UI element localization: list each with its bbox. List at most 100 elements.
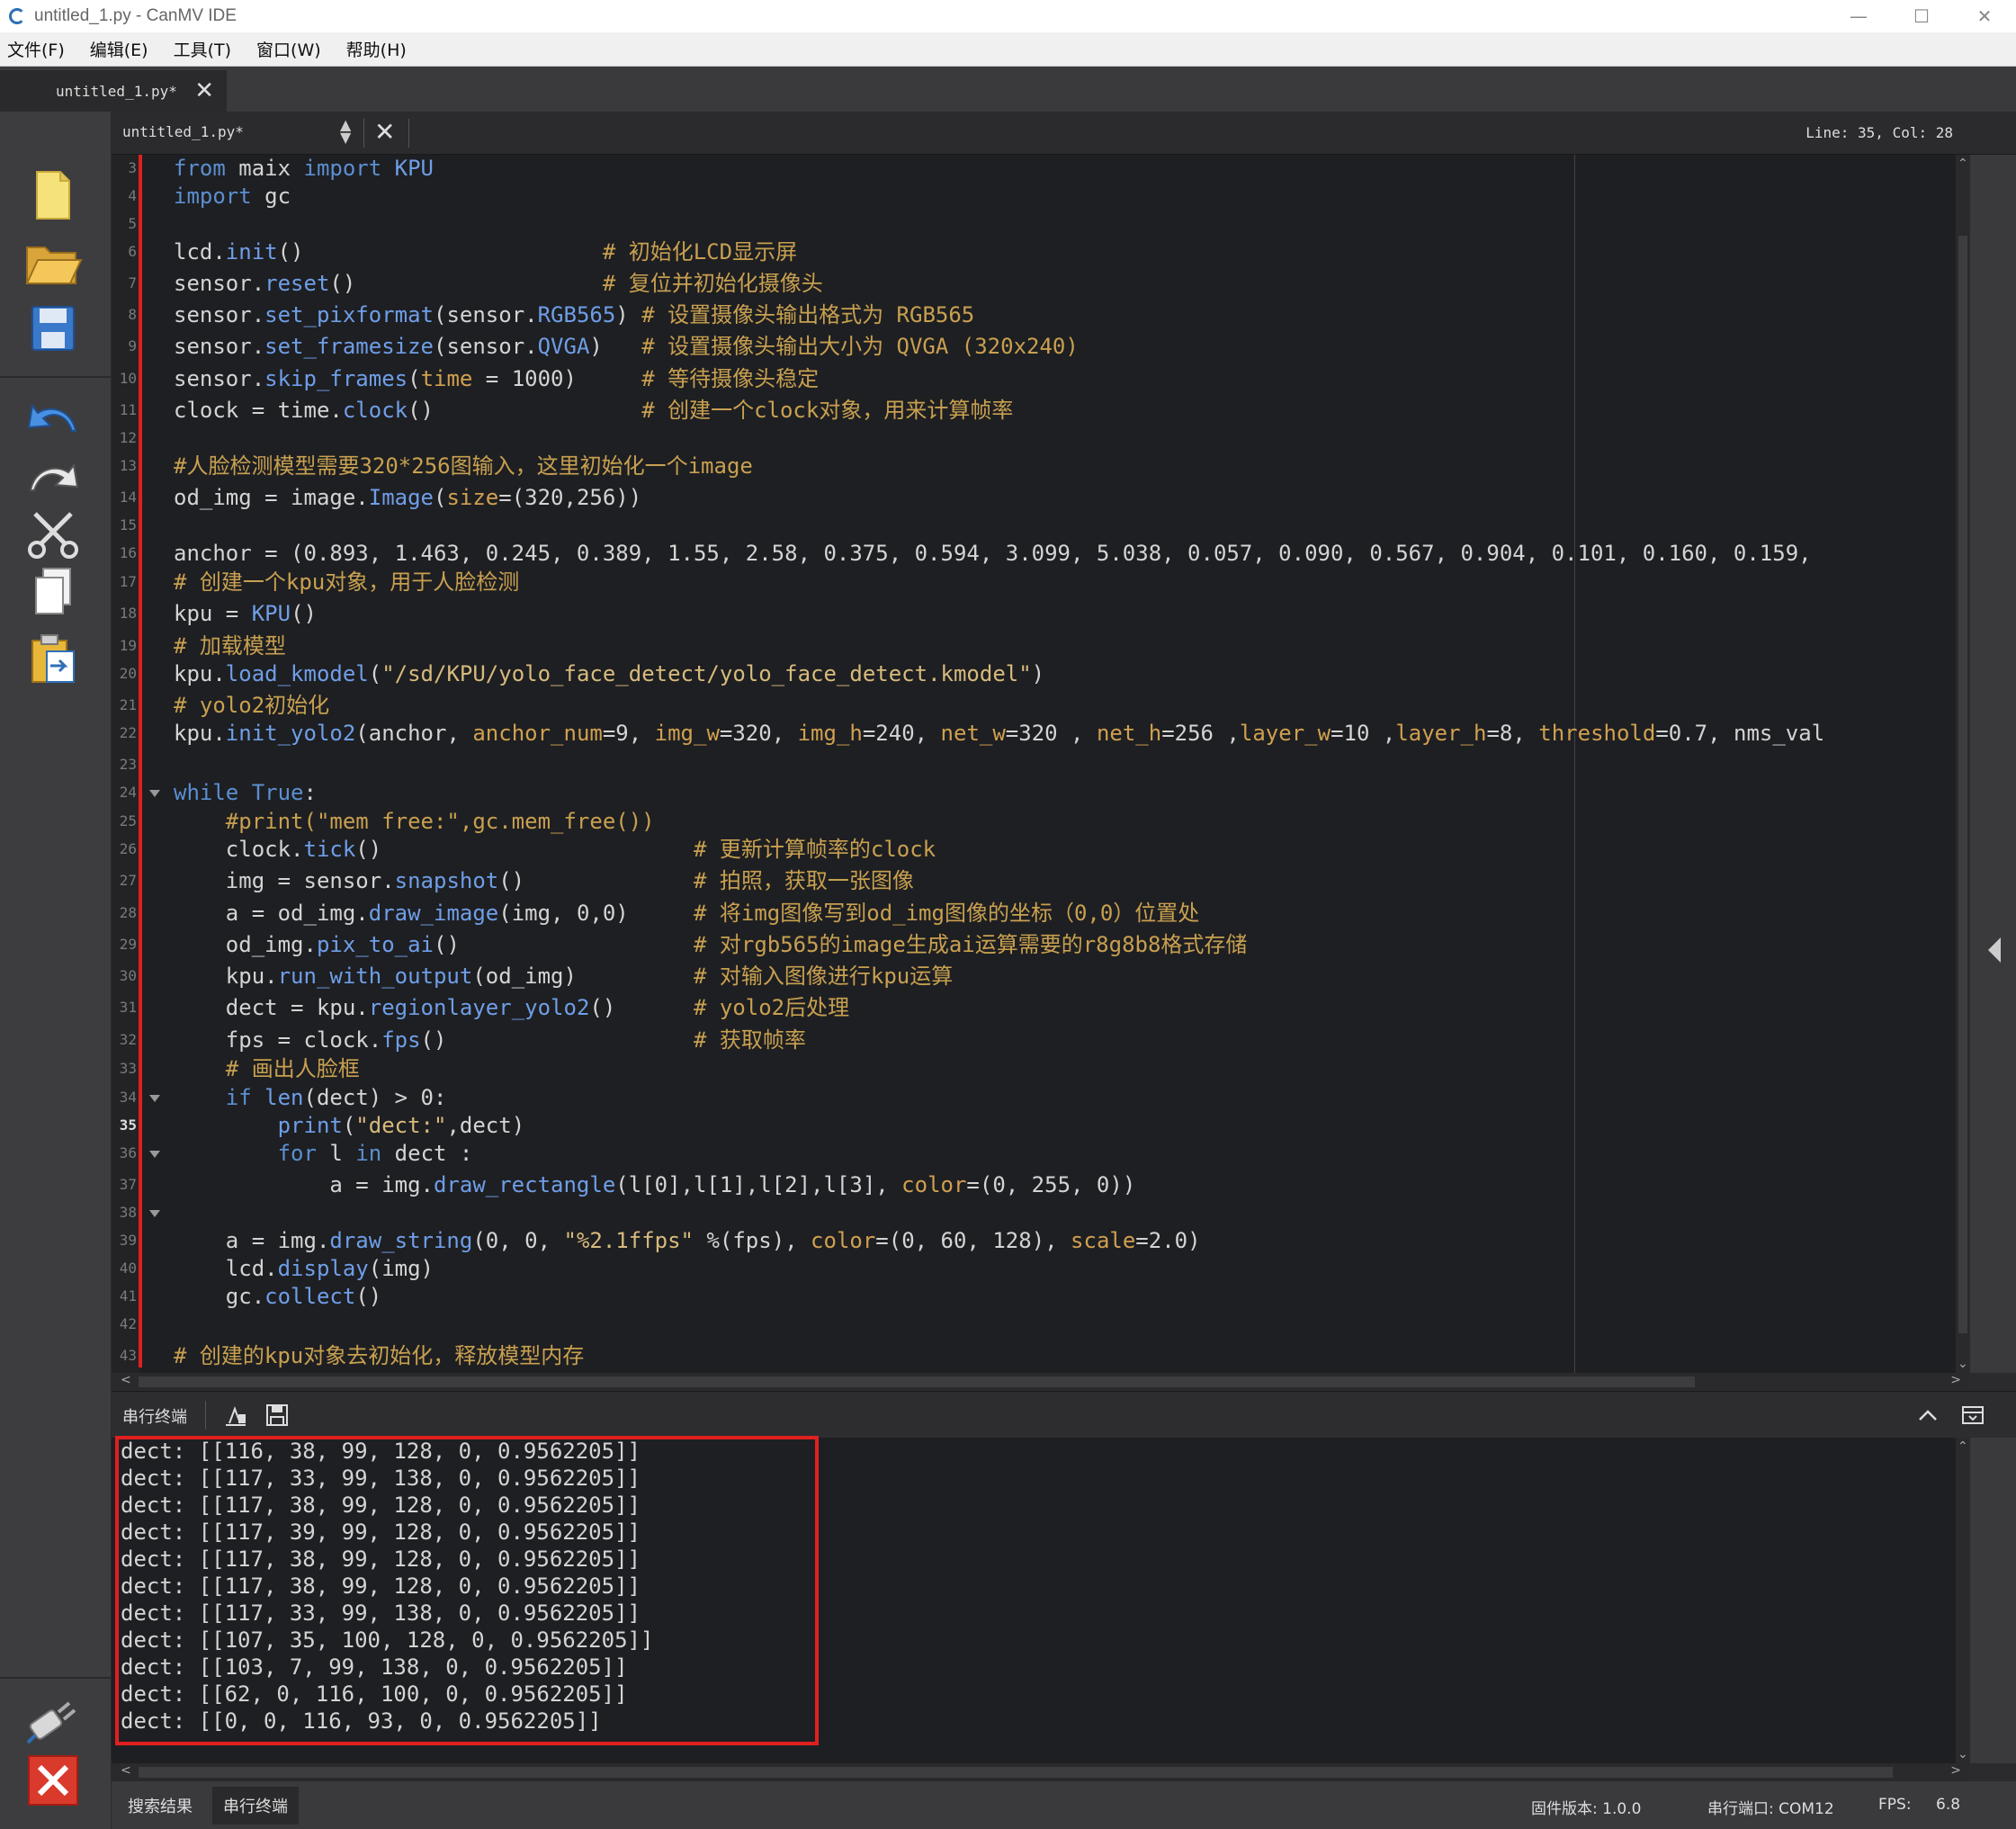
- fold-toggle-icon[interactable]: [149, 789, 160, 797]
- code-text: kpu = KPU(): [174, 601, 317, 627]
- cut-icon[interactable]: [23, 504, 83, 563]
- close-tab-icon[interactable]: ✕: [194, 77, 214, 104]
- stop-icon[interactable]: [23, 1751, 83, 1810]
- save-icon[interactable]: [23, 299, 83, 358]
- scroll-right-icon[interactable]: >: [1950, 1373, 1961, 1387]
- code-line[interactable]: 6 lcd.init() # 初始化LCD显示屏: [112, 238, 1956, 265]
- line-number: 35: [119, 1116, 137, 1134]
- line-number: 11: [119, 401, 137, 418]
- code-line[interactable]: 20 kpu.load_kmodel("/sd/KPU/yolo_face_det…: [112, 660, 1956, 687]
- code-line[interactable]: 15: [112, 512, 1956, 539]
- code-line[interactable]: 19 # 加载模型: [112, 632, 1956, 659]
- clear-terminal-icon[interactable]: [220, 1399, 252, 1431]
- editor-file-selector[interactable]: untitled_1.py*: [122, 123, 244, 140]
- code-line[interactable]: 42: [112, 1311, 1956, 1338]
- code-line[interactable]: 22 kpu.init_yolo2(anchor, anchor_num=9, i…: [112, 720, 1956, 747]
- tab-serial-terminal[interactable]: 串行终端: [212, 1787, 299, 1825]
- tab-search-results[interactable]: 搜索结果: [117, 1787, 203, 1825]
- terminal-scroll-left-icon[interactable]: <: [121, 1763, 131, 1778]
- close-window-button[interactable]: ✕: [1953, 0, 2016, 32]
- code-line[interactable]: 33 # 画出人脸框: [112, 1055, 1956, 1082]
- code-text: lcd.display(img): [174, 1256, 434, 1282]
- code-line[interactable]: 43 # 创建的kpu对象去初始化，释放模型内存: [112, 1342, 1956, 1369]
- code-line[interactable]: 5: [112, 211, 1956, 238]
- terminal-horizontal-scrollbar[interactable]: < >: [112, 1763, 1970, 1781]
- menu-file[interactable]: 文件(F): [7, 37, 65, 61]
- code-line[interactable]: 7 sensor.reset() # 复位并初始化摄像头: [112, 270, 1956, 297]
- terminal-vertical-scrollbar[interactable]: ⌃ ⌄: [1956, 1438, 1970, 1763]
- code-line[interactable]: 23: [112, 751, 1956, 778]
- code-line[interactable]: 17 # 创建一个kpu对象，用于人脸检测: [112, 569, 1956, 596]
- menu-help[interactable]: 帮助(H): [346, 37, 407, 61]
- code-line[interactable]: 40 lcd.display(img): [112, 1255, 1956, 1282]
- editor-vertical-scrollbar[interactable]: ⌃ ⌄: [1956, 155, 1970, 1373]
- fold-toggle-icon[interactable]: [149, 1095, 160, 1103]
- code-line[interactable]: 11 clock = time.clock() # 创建一个clock对象，用来计…: [112, 397, 1956, 424]
- code-line[interactable]: 39 a = img.draw_string(0, 0, "%2.1ffps" …: [112, 1227, 1956, 1254]
- scroll-left-icon[interactable]: <: [121, 1373, 131, 1387]
- new-file-icon[interactable]: [23, 166, 83, 225]
- code-line[interactable]: 25 #print("mem free:",gc.mem_free()): [112, 808, 1956, 835]
- file-tab[interactable]: untitled_1.py* ✕: [0, 70, 227, 112]
- fold-toggle-icon[interactable]: [149, 1210, 160, 1218]
- collapse-terminal-icon[interactable]: [1912, 1399, 1944, 1431]
- code-line[interactable]: 18 kpu = KPU(): [112, 600, 1956, 627]
- code-line[interactable]: 31 dect = kpu.regionlayer_yolo2() # yolo…: [112, 994, 1956, 1021]
- scroll-down-icon[interactable]: ⌄: [1958, 1357, 1968, 1371]
- code-line[interactable]: 38: [112, 1199, 1956, 1226]
- file-selector-arrows-icon[interactable]: ▲ ▼: [340, 118, 351, 145]
- redo-icon[interactable]: [23, 448, 83, 507]
- expand-panel-icon[interactable]: [1988, 937, 2001, 963]
- editor-horizontal-scrollbar[interactable]: < >: [112, 1373, 1970, 1391]
- terminal-scroll-right-icon[interactable]: >: [1950, 1763, 1961, 1778]
- code-line[interactable]: 37 a = img.draw_rectangle(l[0],l[1],l[2]…: [112, 1171, 1956, 1198]
- code-line[interactable]: 29 od_img.pix_to_ai() # 对rgb565的image生成a…: [112, 931, 1956, 958]
- copy-icon[interactable]: [23, 561, 83, 621]
- code-line[interactable]: 30 kpu.run_with_output(od_img) # 对输入图像进行…: [112, 963, 1956, 990]
- save-log-icon[interactable]: [261, 1399, 293, 1431]
- fold-toggle-icon[interactable]: [149, 1151, 160, 1159]
- code-text: od_img = image.Image(size=(320,256)): [174, 485, 642, 511]
- code-text: # 创建一个kpu对象，用于人脸检测: [174, 569, 520, 596]
- code-line[interactable]: 21 # yolo2初始化: [112, 692, 1956, 719]
- menu-window[interactable]: 窗口(W): [256, 37, 321, 61]
- line-number: 36: [119, 1144, 137, 1162]
- code-line[interactable]: 8 sensor.set_pixformat(sensor.RGB565) # 设…: [112, 301, 1956, 328]
- code-line[interactable]: 34 if len(dect) > 0:: [112, 1084, 1956, 1111]
- scroll-thumb[interactable]: [1958, 236, 1967, 1333]
- code-line[interactable]: 24 while True:: [112, 779, 1956, 806]
- code-line[interactable]: 13 #人脸检测模型需要320*256图输入，这里初始化一个image: [112, 453, 1956, 480]
- maximize-button[interactable]: ☐: [1890, 0, 1953, 32]
- code-line[interactable]: 35 print("dect:",dect): [112, 1112, 1956, 1139]
- menu-edit[interactable]: 编辑(E): [90, 37, 148, 61]
- line-number: 14: [119, 489, 137, 507]
- terminal-horizontal-thumb[interactable]: [139, 1767, 1893, 1778]
- connect-icon[interactable]: [23, 1691, 83, 1751]
- code-editor[interactable]: 3 from maix import KPU 4 import gc 5 6 lcd.ini…: [112, 155, 1956, 1373]
- code-line[interactable]: 4 import gc: [112, 183, 1956, 210]
- paste-icon[interactable]: [23, 630, 83, 689]
- code-line[interactable]: 14 od_img = image.Image(size=(320,256)): [112, 484, 1956, 511]
- close-editor-icon[interactable]: ✕: [374, 117, 395, 147]
- horizontal-scroll-thumb[interactable]: [139, 1376, 1695, 1387]
- minimize-button[interactable]: —: [1827, 0, 1890, 32]
- scroll-up-icon[interactable]: ⌃: [1958, 157, 1968, 171]
- undo-icon[interactable]: [23, 389, 83, 448]
- code-line[interactable]: 3 from maix import KPU: [112, 155, 1956, 182]
- code-line[interactable]: 9 sensor.set_framesize(sensor.QVGA) # 设置摄…: [112, 333, 1956, 360]
- open-folder-icon[interactable]: [23, 234, 83, 293]
- code-line[interactable]: 10 sensor.skip_frames(time = 1000) # 等待摄像…: [112, 365, 1956, 392]
- line-number: 18: [119, 605, 137, 623]
- terminal-scroll-up-icon[interactable]: ⌃: [1958, 1439, 1968, 1454]
- code-line[interactable]: 26 clock.tick() # 更新计算帧率的clock: [112, 836, 1956, 863]
- code-line[interactable]: 16 anchor = (0.893, 1.463, 0.245, 0.389, …: [112, 540, 1956, 567]
- menu-tools[interactable]: 工具(T): [174, 37, 231, 61]
- code-line[interactable]: 27 img = sensor.snapshot() # 拍照，获取一张图像: [112, 867, 1956, 894]
- code-line[interactable]: 12: [112, 425, 1956, 452]
- code-line[interactable]: 36 for l in dect :: [112, 1140, 1956, 1167]
- minimize-terminal-icon[interactable]: [1957, 1399, 1989, 1431]
- code-line[interactable]: 28 a = od_img.draw_image(img, 0,0) # 将im…: [112, 900, 1956, 927]
- code-line[interactable]: 32 fps = clock.fps() # 获取帧率: [112, 1027, 1956, 1053]
- terminal-scroll-down-icon[interactable]: ⌄: [1958, 1747, 1968, 1762]
- code-line[interactable]: 41 gc.collect(): [112, 1283, 1956, 1310]
